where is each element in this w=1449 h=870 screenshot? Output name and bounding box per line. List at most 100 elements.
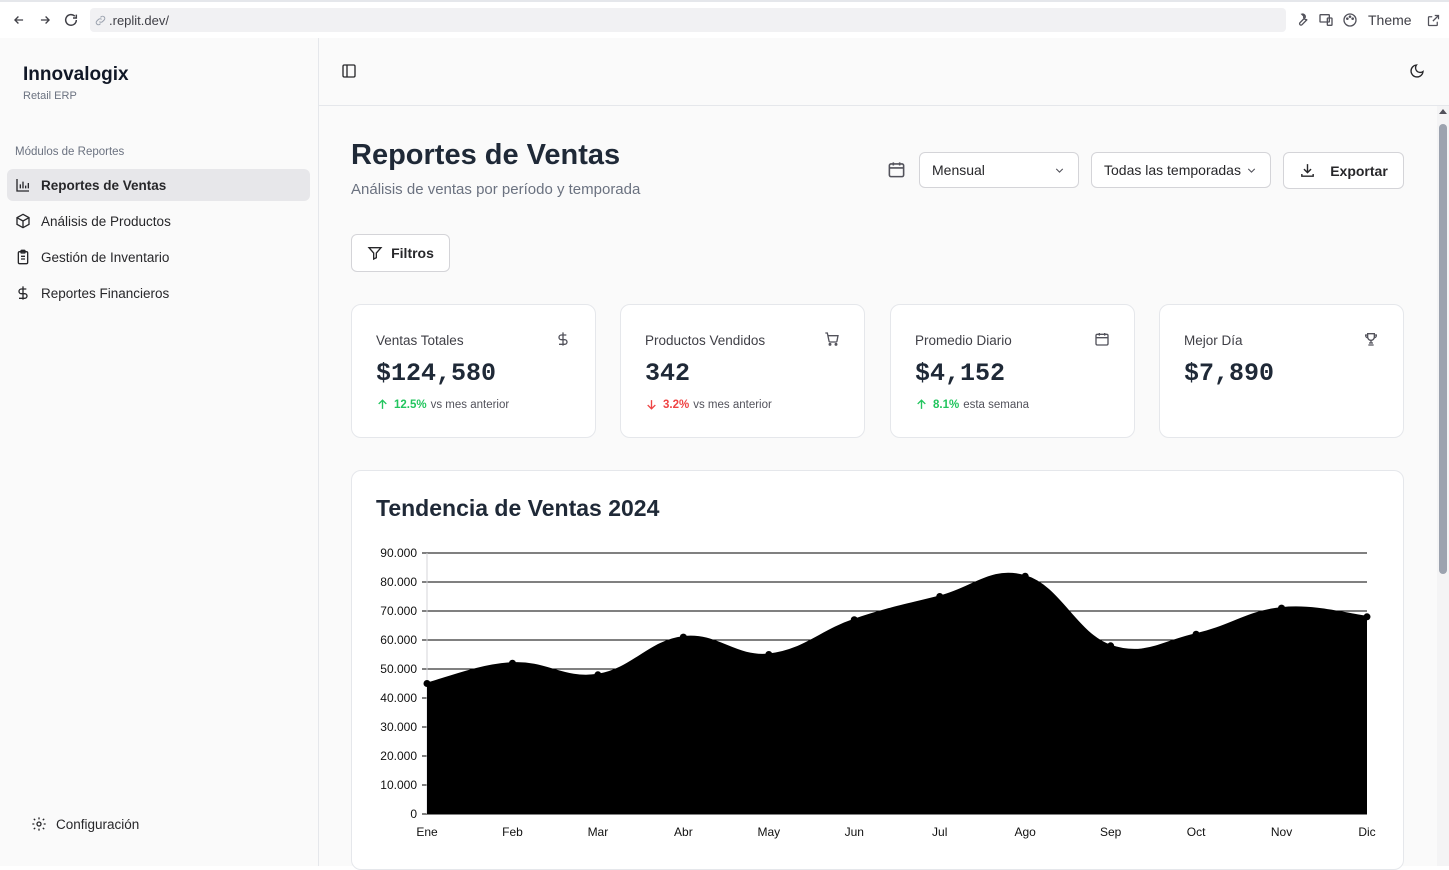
y-tick-label: 80.000 xyxy=(380,575,417,589)
moon-icon[interactable] xyxy=(1409,63,1425,79)
card-title: Ventas Totales xyxy=(376,333,464,348)
export-button[interactable]: Exportar xyxy=(1283,152,1404,189)
package-icon xyxy=(16,213,30,229)
palette-icon[interactable] xyxy=(1342,12,1358,28)
chart-title: Tendencia de Ventas 2024 xyxy=(376,495,660,521)
card-change: 3.2% vs mes anterior xyxy=(645,398,772,411)
card-change-note: vs mes anterior xyxy=(693,398,772,411)
y-tick-label: 70.000 xyxy=(380,604,417,618)
data-point xyxy=(1363,613,1371,621)
y-tick-label: 0 xyxy=(410,807,417,821)
sidebar-item-gestion-inventario[interactable]: Gestión de Inventario xyxy=(7,241,310,273)
brand-title: Innovalogix xyxy=(23,64,129,85)
card-value: 342 xyxy=(645,359,691,388)
card-value: $124,580 xyxy=(376,359,497,388)
sales-trend-chart-card: 0 10.000 20.000 30.000 40.000 50.000 60.000 70.… xyxy=(351,470,1404,870)
data-point xyxy=(765,651,773,658)
card-change: 8.1% esta semana xyxy=(915,398,1029,411)
sidebar-item-label: Gestión de Inventario xyxy=(41,249,170,265)
y-tick-label: 10.000 xyxy=(380,778,417,792)
kpi-card-productos-vendidos: Productos Vendidos 342 3.2% vs mes anter… xyxy=(620,304,865,438)
card-value: $7,890 xyxy=(1184,359,1275,388)
sidebar-item-analisis-productos[interactable]: Análisis de Productos xyxy=(7,205,310,237)
card-value: $4,152 xyxy=(915,359,1006,388)
scroll-up-arrow[interactable] xyxy=(1439,109,1447,114)
section-label: Módulos de Reportes xyxy=(15,146,125,158)
scrollbar[interactable] xyxy=(1437,106,1449,866)
settings-label: Configuración xyxy=(56,816,140,832)
scroll-thumb[interactable] xyxy=(1439,124,1447,574)
data-point xyxy=(1107,642,1115,650)
data-point xyxy=(1278,604,1286,612)
sidebar-item-reportes-ventas[interactable]: Reportes de Ventas xyxy=(7,169,310,201)
period-select[interactable]: Mensual xyxy=(919,152,1079,188)
link-icon xyxy=(95,15,106,25)
export-label: Exportar xyxy=(1330,162,1388,179)
period-select-value: Mensual xyxy=(932,162,985,178)
page-subtitle: Análisis de ventas por período y tempora… xyxy=(351,181,641,198)
x-tick-label: Abr xyxy=(674,825,693,839)
settings-button[interactable]: Configuración xyxy=(31,816,139,832)
y-tick-label: 90.000 xyxy=(380,546,417,560)
data-point xyxy=(679,633,687,641)
back-icon[interactable] xyxy=(6,7,32,33)
x-tick-label: Jun xyxy=(845,825,864,839)
x-tick-label: Feb xyxy=(502,825,523,839)
x-tick-label: Nov xyxy=(1271,825,1292,839)
url-bar[interactable]: .replit.dev/ xyxy=(90,8,1286,32)
card-title: Promedio Diario xyxy=(915,333,1012,348)
card-change-pct: 3.2% xyxy=(663,398,690,411)
sidebar-menu: Reportes de Ventas Análisis de Productos… xyxy=(7,169,310,313)
data-point xyxy=(508,659,516,667)
theme-button[interactable]: Theme xyxy=(1368,12,1412,28)
sales-area xyxy=(427,573,1367,814)
arrow-down-icon xyxy=(647,400,656,410)
card-change-note: esta semana xyxy=(963,398,1030,411)
bar-chart-icon xyxy=(16,179,29,192)
data-point xyxy=(1021,572,1029,580)
external-link-icon[interactable] xyxy=(1426,13,1441,28)
sidebar-item-label: Reportes Financieros xyxy=(41,285,170,301)
clipboard-icon xyxy=(17,249,29,265)
forward-icon[interactable] xyxy=(32,7,58,33)
data-point xyxy=(594,671,602,679)
kpi-card-promedio-diario: Promedio Diario $4,152 8.1% esta semana xyxy=(890,304,1135,438)
data-point xyxy=(936,593,944,600)
download-icon xyxy=(1301,164,1315,177)
sidebar-item-label: Reportes de Ventas xyxy=(41,177,167,193)
season-select[interactable]: Todas las temporadas xyxy=(1091,152,1271,188)
reload-icon[interactable] xyxy=(58,7,84,33)
devices-icon[interactable] xyxy=(1318,12,1334,28)
trophy-icon xyxy=(1365,333,1377,346)
arrow-up-icon xyxy=(917,399,926,409)
y-tick-label: 30.000 xyxy=(380,720,417,734)
dollar-icon xyxy=(18,286,28,300)
card-change-pct: 8.1% xyxy=(933,398,960,411)
card-title: Mejor Día xyxy=(1184,333,1243,348)
sidebar-toggle-icon[interactable] xyxy=(341,63,357,79)
y-tick-label: 60.000 xyxy=(380,633,417,647)
card-change-note: vs mes anterior xyxy=(430,398,510,411)
sidebar-item-reportes-financieros[interactable]: Reportes Financieros xyxy=(7,277,310,309)
x-tick-label: Oct xyxy=(1187,825,1206,839)
gear-icon xyxy=(32,817,46,831)
calendar-icon xyxy=(888,162,905,178)
arrow-up-icon xyxy=(378,399,387,409)
brand-subtitle: Retail ERP xyxy=(23,90,77,102)
dollar-icon xyxy=(558,332,568,346)
y-tick-label: 50.000 xyxy=(380,662,417,676)
topbar xyxy=(319,38,1449,106)
filters-button[interactable]: Filtros xyxy=(351,234,450,272)
filter-icon xyxy=(367,247,383,261)
calendar-icon xyxy=(1095,333,1109,346)
x-tick-label: Sep xyxy=(1100,825,1122,839)
sidebar-item-label: Análisis de Productos xyxy=(41,213,171,229)
sales-trend-chart: 0 10.000 20.000 30.000 40.000 50.000 60.000 70.… xyxy=(380,546,1375,839)
chevron-down-icon xyxy=(1247,167,1256,173)
kpi-card-ventas-totales: Ventas Totales $124,580 12.5% vs mes ant… xyxy=(351,304,596,438)
x-tick-label: Jul xyxy=(932,825,947,839)
wrench-icon[interactable] xyxy=(1294,12,1310,28)
x-tick-label: Dic xyxy=(1358,825,1375,839)
x-tick-label: Ene xyxy=(416,825,438,839)
card-change-pct: 12.5% xyxy=(394,398,427,411)
